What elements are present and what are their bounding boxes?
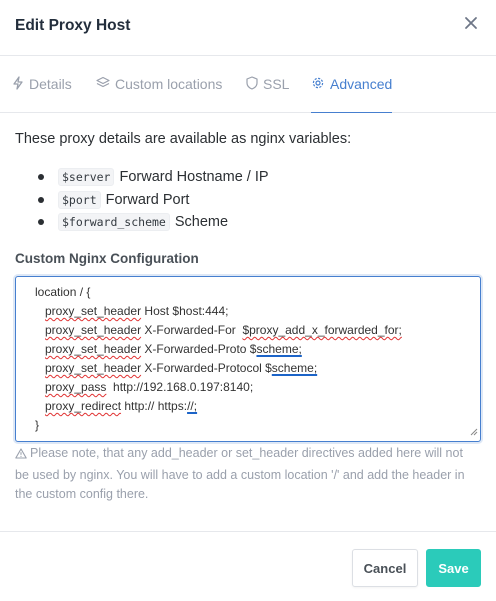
tab-ssl[interactable]: SSL [246,56,289,112]
dialog-footer: Cancel Save [0,531,496,601]
tab-custom-locations[interactable]: Custom locations [96,56,222,112]
variable-description: Forward Hostname / IP [119,169,269,186]
dialog-header: Edit Proxy Host [0,0,496,56]
variable-description: Scheme [174,214,229,231]
list-item: $forward_scheme Scheme [36,211,269,234]
tab-ssl-label: SSL [263,76,290,92]
shield-icon [246,75,258,93]
tab-bar: Details Custom locations SSL Advanced [0,56,496,113]
gear-icon [311,76,325,93]
variables-intro: These proxy details are available as ngi… [15,131,352,147]
config-line: location / { [35,285,91,299]
tab-details[interactable]: Details [12,56,72,112]
warning-icon [15,446,27,466]
config-label: Custom Nginx Configuration [15,251,199,266]
nginx-config-textarea[interactable]: location / { proxy_set_header Host $host… [15,276,481,442]
config-note-text: Please note, that any add_header or set_… [15,446,465,501]
dialog-title: Edit Proxy Host [15,17,131,34]
config-line: proxy_set_header Host $host:444; [45,304,229,318]
close-button[interactable] [460,14,482,36]
variable-code: $server [58,168,115,187]
tab-custom-locations-label: Custom locations [115,76,223,92]
config-line: proxy_redirect http:// https://; [45,399,198,413]
variable-code: $forward_scheme [58,213,170,232]
variables-list: $server Forward Hostname / IP $port Forw… [36,166,269,234]
cancel-button[interactable]: Cancel [352,549,418,587]
config-line: proxy_set_header X-Forwarded-Proto $sche… [45,342,302,356]
list-item: $server Forward Hostname / IP [36,166,269,189]
variable-code: $port [58,190,101,209]
layers-icon [96,76,110,93]
tab-advanced-label: Advanced [330,76,393,92]
save-button[interactable]: Save [426,549,481,587]
close-icon [464,16,478,35]
variable-description: Forward Port [105,191,190,208]
config-note: Please note, that any add_header or set_… [15,444,477,505]
list-item: $port Forward Port [36,189,269,212]
edit-proxy-host-dialog: Edit Proxy Host Details Custom locations… [0,0,496,601]
tab-details-label: Details [29,76,72,92]
config-line: } [35,418,40,432]
config-line: proxy_set_header X-Forwarded-Protocol $s… [45,361,318,375]
config-line: proxy_pass http://192.168.0.197:8140; [45,380,254,394]
tab-advanced[interactable]: Advanced [311,56,393,113]
config-line: proxy_set_header X-Forwarded-For $proxy_… [45,323,402,337]
resize-handle-icon[interactable] [469,425,478,439]
bolt-icon [12,75,24,93]
